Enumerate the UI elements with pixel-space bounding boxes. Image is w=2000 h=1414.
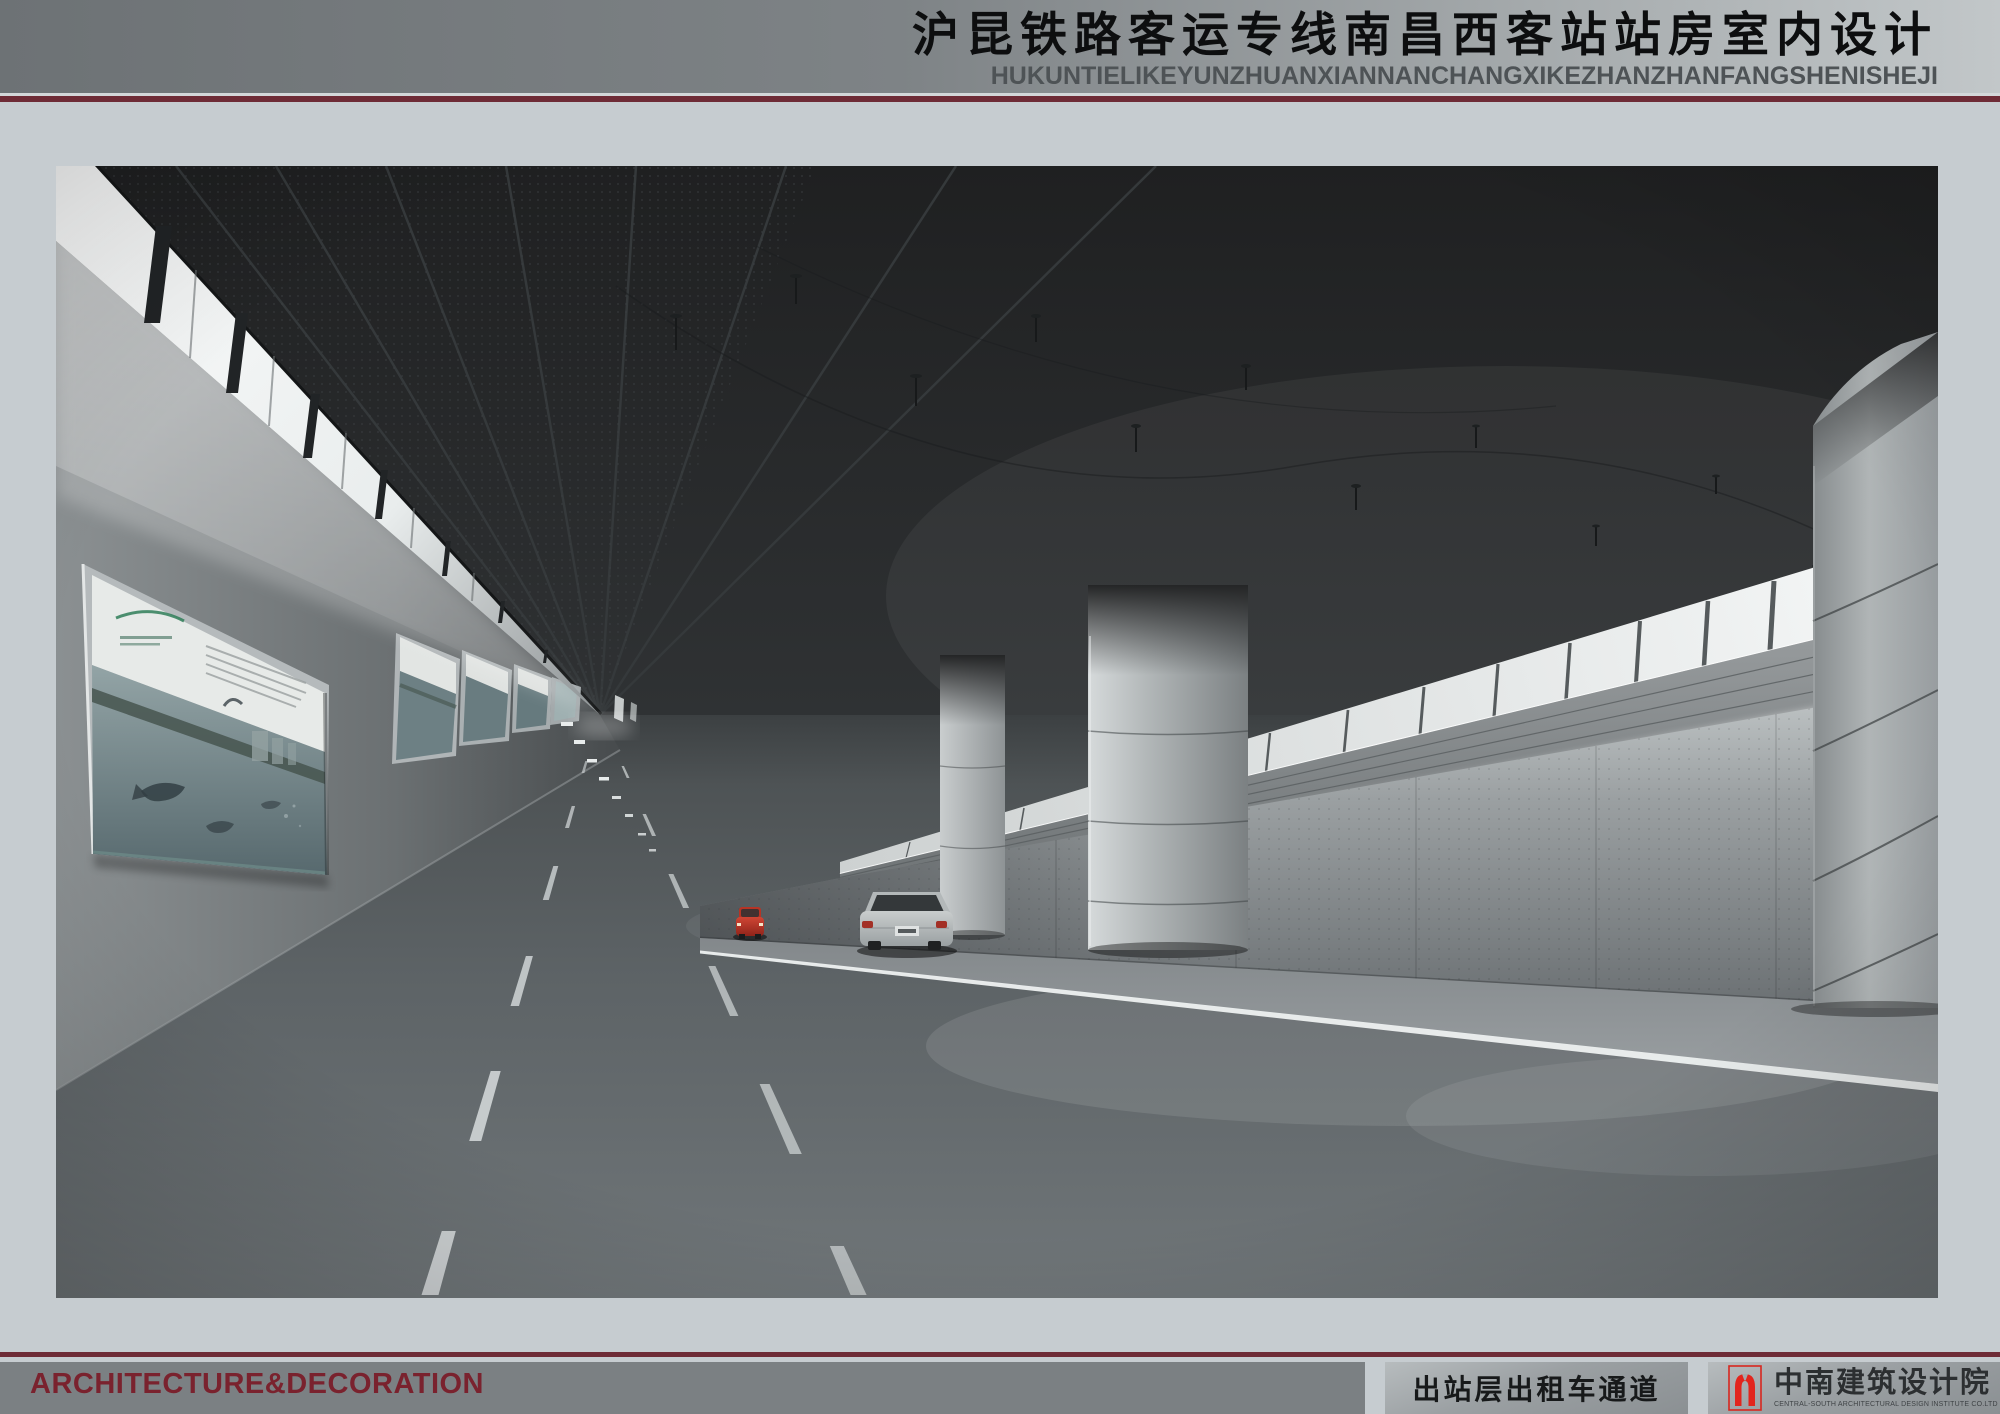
institute-name-en: CENTRAL-SOUTH ARCHITECTURAL DESIGN INSTI… xyxy=(1774,1401,1998,1408)
institute-logo-icon xyxy=(1728,1365,1762,1411)
brand-text: ARCHITECTURE&DECORATION xyxy=(30,1368,484,1401)
drawing-caption: 出站层出租车通道 xyxy=(1412,1368,1660,1408)
footer-accent-rule xyxy=(0,1352,2000,1357)
institute-name-cn: 中南建筑设计院 xyxy=(1774,1369,1998,1398)
institute-panel: 中南建筑设计院 CENTRAL-SOUTH ARCHITECTURAL DESI… xyxy=(1708,1362,2000,1414)
footer-divider-2 xyxy=(1688,1362,1708,1414)
footer-divider-1 xyxy=(1365,1362,1385,1414)
presentation-board: 沪昆铁路客运专线南昌西客站站房室内设计 HUKUNTIELIKEYUNZHUAN… xyxy=(0,0,2000,1414)
institute-name-block: 中南建筑设计院 CENTRAL-SOUTH ARCHITECTURAL DESI… xyxy=(1774,1369,1998,1408)
tunnel-rendering xyxy=(56,166,1938,1298)
project-title-pinyin: HUKUNTIELIKEYUNZHUANXIANNANCHANGXIKEZHAN… xyxy=(912,63,1938,89)
header-accent-rule xyxy=(0,96,2000,102)
rendering-viewport xyxy=(56,166,1938,1298)
project-title: 沪昆铁路客运专线南昌西客站站房室内设计 xyxy=(912,10,1938,60)
title-block: 沪昆铁路客运专线南昌西客站站房室内设计 HUKUNTIELIKEYUNZHUAN… xyxy=(912,10,1938,89)
vignette xyxy=(56,166,1938,1298)
drawing-caption-panel: 出站层出租车通道 xyxy=(1385,1362,1688,1414)
